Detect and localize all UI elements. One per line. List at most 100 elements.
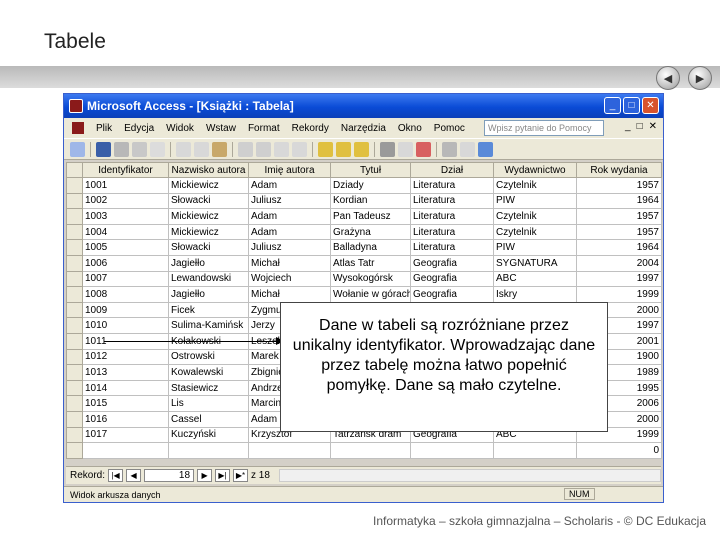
table-row[interactable]: 1001 Mickiewicz Adam Dziady Literatura Czytel…	[66, 177, 662, 194]
new-record-icon[interactable]	[398, 141, 413, 157]
table-cell[interactable]: Wołanie w górach	[330, 286, 411, 303]
table-cell[interactable]: Lewandowski	[168, 270, 249, 288]
next-record-button[interactable]: ▶	[197, 469, 213, 482]
table-cell[interactable]: 1957	[576, 223, 662, 241]
table-cell[interactable]: Mickiewicz	[168, 177, 249, 194]
search-icon[interactable]	[256, 141, 271, 157]
row-selector[interactable]	[66, 364, 83, 381]
table-cell[interactable]: Mickiewicz	[168, 223, 249, 241]
row-selector[interactable]	[66, 379, 83, 397]
row-selector[interactable]	[66, 192, 83, 210]
previous-record-button[interactable]: ◀	[126, 469, 142, 482]
paste-icon[interactable]	[212, 141, 227, 157]
table-cell[interactable]	[330, 442, 411, 459]
column-header[interactable]: Nazwisko autora	[168, 162, 249, 178]
table-cell[interactable]: Stasiewicz	[168, 379, 249, 397]
table-cell[interactable]: Czytelnik	[493, 223, 577, 241]
table-row[interactable]: 1006 Jagiełło Michał Atlas Tatr Geografia SYG…	[66, 254, 662, 272]
table-cell[interactable]: 1013	[82, 364, 169, 381]
table-cell[interactable]: Literatura	[410, 192, 494, 210]
table-row[interactable]: 1004 Mickiewicz Adam Grażyna Literatura Czyte…	[66, 223, 662, 241]
row-selector[interactable]	[66, 286, 83, 303]
table-cell[interactable]: PIW	[493, 192, 577, 210]
filter-by-selection-icon[interactable]	[318, 141, 333, 157]
table-cell[interactable]: Czytelnik	[493, 208, 577, 225]
close-button[interactable]: ✕	[642, 97, 659, 114]
table-cell[interactable]: Literatura	[410, 177, 494, 194]
table-cell[interactable]: Juliusz	[248, 192, 331, 210]
print-icon[interactable]	[114, 141, 129, 157]
table-cell[interactable]: Sulima-Kamińsk	[168, 317, 249, 334]
table-cell[interactable]: Michał	[248, 286, 331, 303]
column-header[interactable]: Dział	[410, 162, 494, 178]
doc-restore-button[interactable]: □	[637, 121, 643, 132]
table-row[interactable]: 1005 Słowacki Juliusz Balladyna Literatura PI…	[66, 239, 662, 256]
row-selector[interactable]	[66, 317, 83, 334]
table-cell[interactable]: Wysokogórsk	[330, 270, 411, 288]
table-cell[interactable]: Adam	[248, 177, 331, 194]
maximize-button[interactable]: □	[623, 97, 640, 114]
table-cell[interactable]: Czytelnik	[493, 177, 577, 194]
menu-widok[interactable]: Widok	[160, 123, 200, 134]
menu-wstaw[interactable]: Wstaw	[200, 123, 242, 134]
new-record-button[interactable]: ▶*	[233, 469, 249, 482]
first-record-button[interactable]: |◀	[108, 469, 124, 482]
table-cell[interactable]: 1009	[82, 301, 169, 319]
doc-close-button[interactable]: ✕	[649, 121, 657, 132]
spelling-icon[interactable]	[150, 141, 165, 157]
view-icon[interactable]	[70, 141, 85, 157]
table-cell[interactable]: Geografia	[410, 286, 494, 303]
table-cell[interactable]: SYGNATURA	[493, 254, 577, 272]
table-cell[interactable]: Kuczyński	[168, 426, 249, 444]
table-cell[interactable]: Mickiewicz	[168, 208, 249, 225]
menu-plik[interactable]: Plik	[90, 123, 118, 134]
help-icon[interactable]	[478, 141, 493, 157]
table-row[interactable]: 0	[66, 442, 662, 459]
table-cell[interactable]: Adam	[248, 208, 331, 225]
table-cell[interactable]: 1004	[82, 223, 169, 241]
row-selector[interactable]	[66, 410, 83, 428]
table-cell[interactable]: Balladyna	[330, 239, 411, 256]
column-header[interactable]: Wydawnictwo	[493, 162, 577, 178]
sort-descending-icon[interactable]	[292, 141, 307, 157]
table-cell[interactable]: Ficek	[168, 301, 249, 319]
print-preview-icon[interactable]	[132, 141, 147, 157]
table-cell[interactable]	[248, 442, 331, 459]
table-cell[interactable]: Cassel	[168, 410, 249, 428]
table-cell[interactable]: 1012	[82, 348, 169, 366]
column-header[interactable]: Identyfikator	[82, 162, 169, 178]
save-icon[interactable]	[96, 141, 111, 157]
filter-by-form-icon[interactable]	[336, 141, 351, 157]
menu-pomoc[interactable]: Pomoc	[428, 123, 471, 134]
apply-filter-icon[interactable]	[354, 141, 369, 157]
select-all-corner[interactable]	[66, 162, 83, 178]
prev-slide-button[interactable]: ◀	[656, 66, 680, 90]
table-cell[interactable]: 1957	[576, 177, 662, 194]
table-row[interactable]: 1007 Lewandowski Wojciech Wysokogórsk Geogra…	[66, 270, 662, 288]
table-cell[interactable]: 1016	[82, 410, 169, 428]
table-cell[interactable]: Jagiełło	[168, 254, 249, 272]
table-cell[interactable]: Lis	[168, 395, 249, 412]
menu-narzedzia[interactable]: Narzędzia	[335, 123, 392, 134]
table-cell[interactable]: 1957	[576, 208, 662, 225]
table-cell[interactable]: Literatura	[410, 208, 494, 225]
row-selector[interactable]	[66, 301, 83, 319]
row-selector[interactable]	[66, 348, 83, 366]
table-cell[interactable]: Iskry	[493, 286, 577, 303]
doc-minimize-button[interactable]: _	[625, 121, 631, 132]
table-cell[interactable]	[168, 442, 249, 459]
table-cell[interactable]: 2004	[576, 254, 662, 272]
table-cell[interactable]	[82, 442, 169, 459]
table-cell[interactable]: 1964	[576, 239, 662, 256]
table-cell[interactable]: Wojciech	[248, 270, 331, 288]
row-selector[interactable]	[66, 239, 83, 256]
database-window-icon[interactable]	[442, 141, 457, 157]
undo-icon[interactable]	[238, 141, 253, 157]
table-cell[interactable]: 1002	[82, 192, 169, 210]
table-cell[interactable]: Kowalewski	[168, 364, 249, 381]
next-slide-button[interactable]: ▶	[688, 66, 712, 90]
table-cell[interactable]: Pan Tadeusz	[330, 208, 411, 225]
table-cell[interactable]: 1964	[576, 192, 662, 210]
table-cell[interactable]: Dziady	[330, 177, 411, 194]
last-record-button[interactable]: ▶|	[215, 469, 231, 482]
